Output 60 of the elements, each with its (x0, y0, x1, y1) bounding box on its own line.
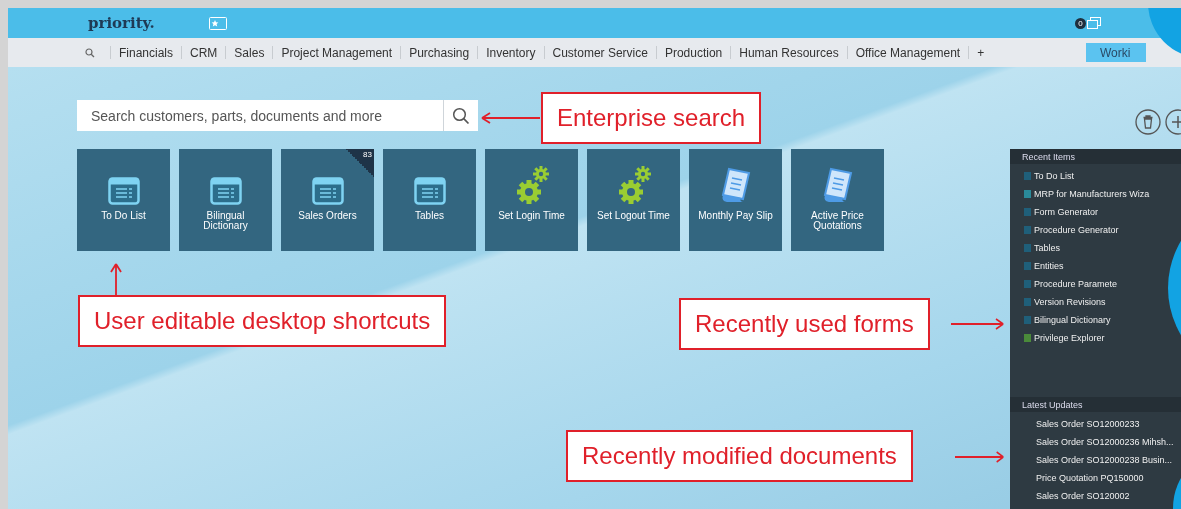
recent-item[interactable]: Entities (1034, 261, 1064, 271)
shortcut-tile[interactable]: To Do List (77, 149, 170, 251)
arrow (109, 262, 123, 296)
shortcut-tile[interactable]: 83 Sales Orders (281, 149, 374, 251)
shortcut-tile[interactable]: Monthly Pay Slip (689, 149, 782, 251)
recent-item[interactable]: Form Generator (1034, 207, 1099, 217)
menu-item[interactable]: Inventory (486, 45, 536, 60)
window-icon (107, 177, 140, 205)
recent-item[interactable]: To Do List (1034, 171, 1075, 181)
menu-item[interactable]: Office Management (855, 45, 961, 60)
callout-label: Recently modified documents (566, 430, 913, 482)
search-icon[interactable] (85, 47, 95, 58)
window-icon (311, 177, 344, 205)
window-icon (413, 177, 446, 205)
add-menu-button[interactable]: + (977, 45, 985, 60)
search-icon (452, 106, 470, 125)
count-corner: 83 (346, 149, 374, 177)
menu-item[interactable]: Customer Service (552, 45, 648, 60)
menu-item[interactable]: Financials (119, 45, 174, 60)
notification-badge[interactable]: 0 (1075, 17, 1086, 29)
menu-item[interactable]: Project Management (281, 45, 393, 60)
gears-icon (616, 165, 651, 205)
workspace-button[interactable]: Worki (1086, 43, 1146, 63)
menu-item[interactable]: Production (664, 45, 723, 60)
panel-title: Recent Items (1022, 151, 1076, 162)
logo[interactable]: priority. (88, 14, 155, 33)
arrow (955, 450, 1005, 464)
recent-item[interactable]: Privilege Explorer (1034, 333, 1105, 343)
update-item[interactable]: Sales Order SO120002 (1036, 491, 1130, 501)
shortcut-tile[interactable]: Tables (383, 149, 476, 251)
callout-label: User editable desktop shortcuts (78, 295, 447, 347)
callout-label: Enterprise search (541, 92, 762, 144)
recent-item[interactable]: Procedure Paramete (1034, 279, 1118, 289)
callout-label: Recently used forms (679, 298, 930, 350)
gears-icon (514, 165, 549, 205)
menu-item[interactable]: Human Resources (739, 45, 839, 60)
menu-item[interactable]: Sales (234, 45, 265, 60)
arrow (480, 111, 540, 125)
recent-item[interactable]: Version Revisions (1034, 297, 1106, 307)
shortcut-tile[interactable]: Set Login Time (485, 149, 578, 251)
recent-item[interactable]: Procedure Generator (1034, 225, 1119, 235)
recent-item[interactable]: Bilingual Dictionary (1034, 315, 1111, 325)
trash-icon[interactable] (1135, 109, 1161, 135)
menu-item[interactable]: Purchasing (409, 45, 470, 60)
panel-title: Latest Updates (1022, 399, 1083, 410)
update-item[interactable]: Sales Order SO12000233 (1036, 419, 1140, 429)
recent-item[interactable]: Tables (1034, 243, 1060, 253)
shortcut-tile[interactable]: Bilingual Dictionary (179, 149, 272, 251)
shortcut-tile[interactable]: Active Price Quotations (791, 149, 884, 251)
update-item[interactable]: Price Quotation PQ150000 (1036, 473, 1144, 483)
search-field[interactable]: Search customers, parts, documents and more (77, 100, 443, 131)
shortcut-tile[interactable]: Set Logout Time (587, 149, 680, 251)
update-item[interactable]: Sales Order SO12000236 Mihsh... (1036, 437, 1174, 447)
update-item[interactable]: Sales Order SO12000238 Busin... (1036, 455, 1173, 465)
recent-item[interactable]: MRP for Manufacturers Wiza (1034, 189, 1150, 199)
menu-item[interactable]: CRM (190, 45, 218, 60)
window-icon (209, 177, 242, 205)
arrow (951, 317, 1005, 331)
star-card-icon[interactable] (208, 16, 227, 30)
search-button[interactable] (443, 100, 478, 131)
